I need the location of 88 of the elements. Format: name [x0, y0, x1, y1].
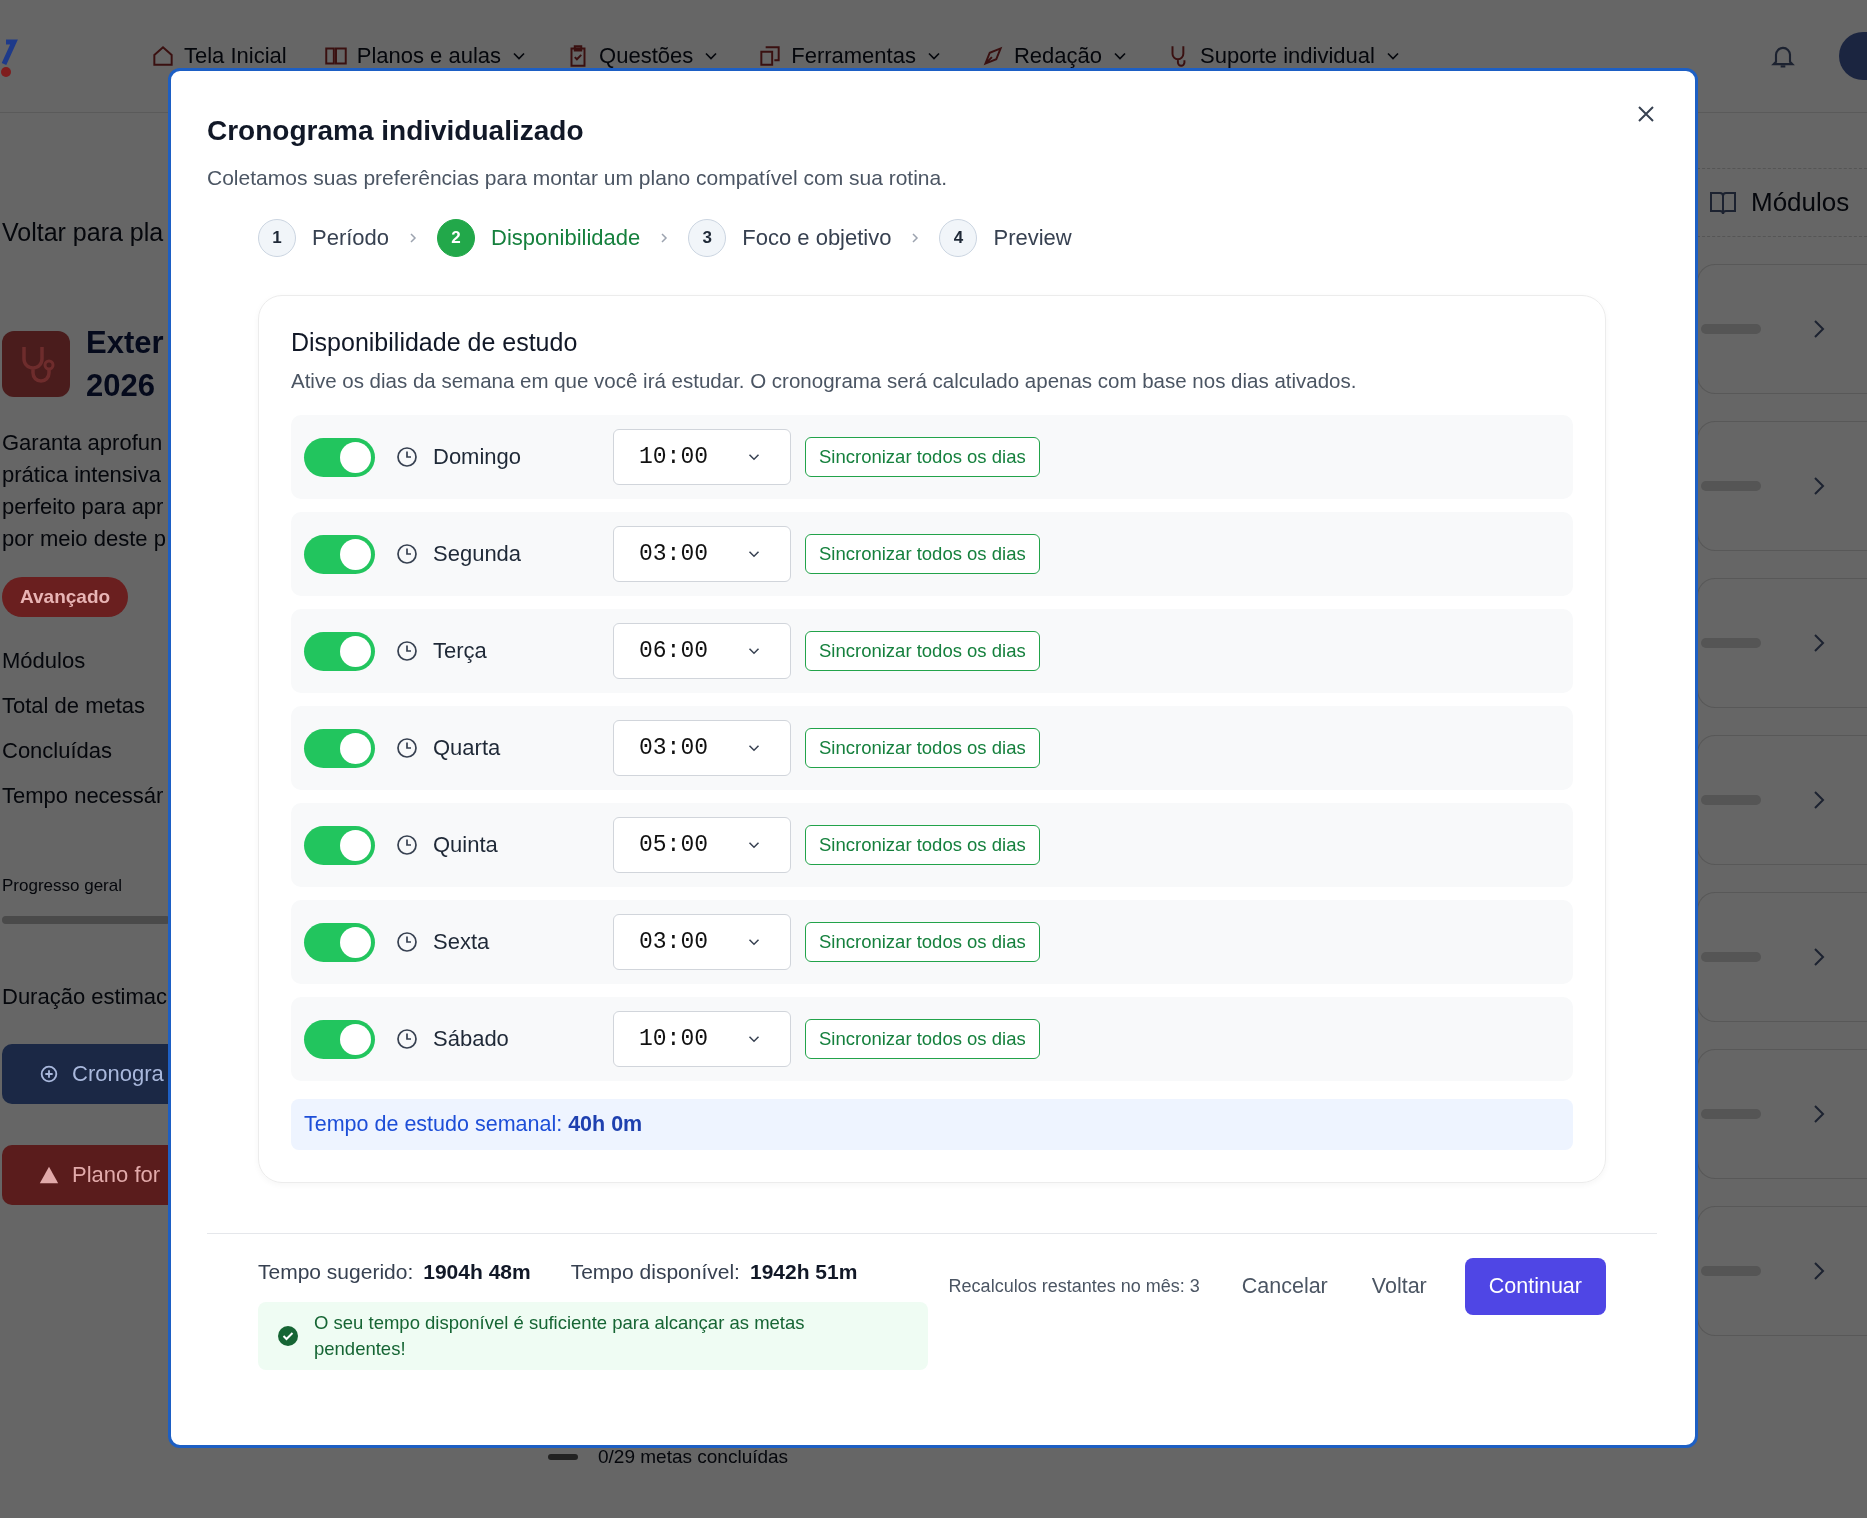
section-description: Ative os dias da semana em que você irá estudar. O cronograma será calculado apenas com base nos dias ativados.	[291, 369, 1358, 393]
suggested-time-label: Tempo sugerido:	[258, 1260, 414, 1284]
chevron-right-icon	[660, 232, 669, 244]
available-time-value: 1942h 51m	[749, 1260, 858, 1284]
nav-item[interactable]: Questões	[599, 43, 694, 69]
stat-label: Módulos	[2, 647, 87, 675]
check-circle-icon	[278, 1326, 298, 1346]
toggle-switch[interactable]	[304, 1019, 375, 1059]
course-title: Exter	[86, 324, 164, 362]
time-select[interactable]: 10:00	[613, 1011, 791, 1067]
book-icon	[1709, 189, 1737, 216]
nav-item[interactable]: Planos e aulas	[356, 43, 502, 69]
continue-button[interactable]: Continuar	[1464, 1258, 1606, 1315]
goals-text: 0/29 metas concluídas	[598, 1446, 789, 1468]
logo-icon[interactable]	[0, 38, 18, 78]
time-select[interactable]: 03:00	[613, 914, 791, 970]
clock-icon	[396, 640, 418, 662]
chevron-right-icon	[911, 232, 920, 244]
day-label: Sexta	[433, 929, 491, 955]
day-label: Terça	[433, 638, 488, 664]
sync-button[interactable]: Sincronizar todos os dias	[805, 825, 1040, 865]
weekly-total: Tempo de estudo semanal: 40h 0m	[291, 1099, 1573, 1150]
sync-button[interactable]: Sincronizar todos os dias	[805, 922, 1040, 962]
clock-icon	[396, 834, 418, 856]
step-tab[interactable]: 3 Foco e objetivo	[688, 219, 892, 257]
plan-button[interactable]: Plano for	[2, 1145, 170, 1205]
time-select[interactable]: 03:00	[613, 526, 791, 582]
course-description: prática intensiva	[2, 461, 162, 489]
course-description: Garanta aprofun	[2, 429, 164, 457]
clock-icon	[396, 931, 418, 953]
clock-icon	[396, 446, 418, 468]
course-description: por meio deste p	[2, 525, 167, 553]
nav-item[interactable]: Redação	[1013, 43, 1102, 69]
dialog-title: Cronograma individualizado	[207, 114, 584, 148]
dialog-subtitle: Coletamos suas preferências para montar um plano compatível com sua rotina.	[207, 165, 949, 191]
sync-button[interactable]: Sincronizar todos os dias	[805, 437, 1040, 477]
stat-label: Total de metas	[2, 692, 147, 720]
level-badge: Avançado	[2, 577, 129, 617]
progress-track	[548, 1454, 578, 1460]
notice-text: O seu tempo disponível é suficiente para alcançar as metas pendentes!	[314, 1311, 806, 1361]
modules-heading: Módulos	[1751, 187, 1850, 218]
stat-label: Concluídas	[2, 737, 114, 765]
time-select[interactable]: 03:00	[613, 720, 791, 776]
nav-icon[interactable]	[150, 43, 176, 69]
schedule-button[interactable]: Cronogra	[2, 1044, 170, 1104]
day-label: Domingo	[433, 444, 523, 470]
duration-label: Duração estimac	[2, 984, 169, 1010]
day-label: Sábado	[433, 1026, 510, 1052]
nav-item[interactable]: Suporte individual	[1200, 43, 1375, 69]
toggle-switch[interactable]	[304, 437, 375, 477]
sync-button[interactable]: Sincronizar todos os dias	[805, 728, 1040, 768]
sync-button[interactable]: Sincronizar todos os dias	[805, 534, 1040, 574]
step-tab[interactable]: 2 Disponibilidade	[437, 219, 641, 257]
text-button[interactable]: Voltar	[1353, 1258, 1445, 1315]
day-label: Quarta	[433, 735, 502, 761]
day-label: Segunda	[433, 541, 523, 567]
clock-icon	[396, 543, 418, 565]
time-select[interactable]: 06:00	[613, 623, 791, 679]
toggle-switch[interactable]	[304, 534, 375, 574]
course-description: perfeito para apr	[2, 493, 165, 521]
day-label: Quinta	[433, 832, 499, 858]
sync-button[interactable]: Sincronizar todos os dias	[805, 1019, 1040, 1059]
stethoscope-icon	[2, 331, 70, 397]
step-tab[interactable]: 4 Preview	[939, 219, 1072, 257]
suggested-time-value: 1904h 48m	[423, 1260, 531, 1284]
available-time-label: Tempo disponível:	[570, 1260, 740, 1284]
back-link[interactable]: Voltar para pla	[2, 218, 170, 247]
plus-circle-icon	[38, 1063, 60, 1085]
toggle-switch[interactable]	[304, 922, 375, 962]
course-title: 2026	[86, 367, 156, 405]
clock-icon	[396, 1028, 418, 1050]
toggle-switch[interactable]	[304, 825, 375, 865]
avatar[interactable]	[1839, 32, 1867, 80]
text-button[interactable]: Cancelar	[1223, 1258, 1346, 1315]
progress-label: Progresso geral	[2, 876, 123, 896]
nav-item[interactable]: Ferramentas	[791, 43, 916, 69]
stat-label: Tempo necessár	[2, 782, 165, 810]
chevron-right-icon	[409, 232, 418, 244]
clock-icon	[396, 737, 418, 759]
toggle-switch[interactable]	[304, 631, 375, 671]
recalc-count: Recalculos restantes no mês: 3	[948, 1276, 1200, 1297]
nav-item[interactable]: Tela Inicial	[184, 43, 287, 69]
toggle-switch[interactable]	[304, 728, 375, 768]
time-select[interactable]: 10:00	[613, 429, 791, 485]
section-title: Disponibilidade de estudo	[291, 328, 579, 357]
step-tab[interactable]: 1 Período	[258, 219, 390, 257]
time-select[interactable]: 05:00	[613, 817, 791, 873]
sync-button[interactable]: Sincronizar todos os dias	[805, 631, 1040, 671]
